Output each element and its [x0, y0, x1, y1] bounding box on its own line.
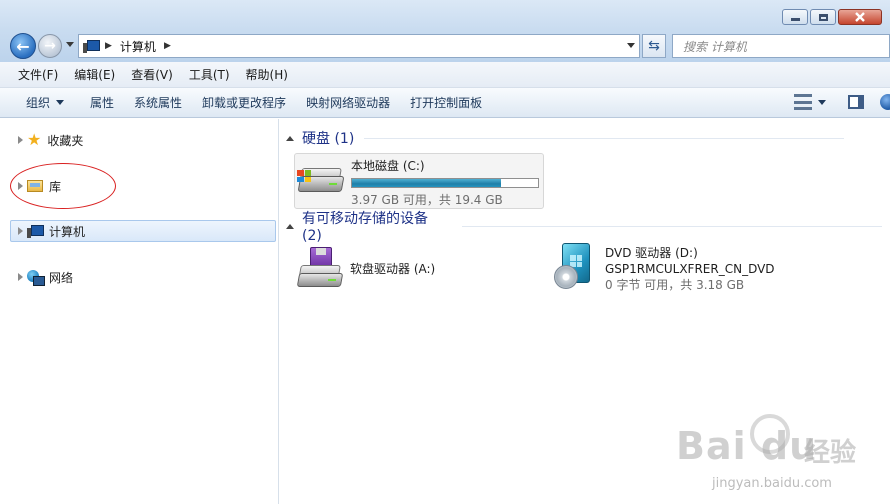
group-title: 有可移动存储的设备 (2): [302, 211, 428, 244]
drive-volume-label: GSP1RMCULXFRER_CN_DVD: [605, 262, 775, 276]
open-control-panel-button[interactable]: 打开控制面板: [400, 94, 492, 111]
window-controls: [782, 9, 882, 25]
navigation-pane: ★ 收藏夹 库 计算机 网络: [0, 119, 279, 504]
drive-free-space: 3.97 GB 可用，共 19.4 GB: [351, 193, 503, 207]
floppy-drive-icon: [294, 245, 344, 293]
group-header-removable[interactable]: 有可移动存储的设备 (2): [286, 211, 882, 244]
group-divider: [364, 137, 845, 139]
back-button[interactable]: ←: [10, 33, 36, 59]
maximize-button[interactable]: [810, 9, 836, 25]
menu-view[interactable]: 查看(V): [123, 66, 181, 83]
change-view-icon[interactable]: [794, 94, 812, 110]
breadcrumb-chevron-icon[interactable]: ▶: [105, 41, 112, 51]
hard-drive-icon: [295, 154, 345, 202]
nav-label: 网络: [49, 270, 74, 285]
map-network-drive-button[interactable]: 映射网络驱动器: [296, 94, 400, 111]
nav-label: 库: [49, 179, 62, 194]
menu-tools[interactable]: 工具(T): [181, 66, 238, 83]
search-input[interactable]: 搜索 计算机: [672, 34, 890, 58]
expand-arrow-icon[interactable]: [18, 273, 23, 281]
system-properties-button[interactable]: 系统属性: [124, 94, 192, 111]
properties-button[interactable]: 属性: [80, 94, 124, 111]
expand-arrow-icon[interactable]: [18, 227, 23, 235]
command-bar: 组织 属性 系统属性 卸载或更改程序 映射网络驱动器 打开控制面板: [0, 88, 890, 118]
drive-info: DVD 驱动器 (D:) GSP1RMCULXFRER_CN_DVD 0 字节 …: [605, 245, 775, 297]
minimize-icon: [790, 18, 800, 21]
drive-info: 软盘驱动器 (A:): [350, 260, 435, 295]
content-pane: 硬盘 (1) 本地磁盘 (C:) 3.97 GB 可用，共 19.4 GB 有可…: [280, 119, 890, 504]
toolbar-right: [794, 94, 890, 110]
close-button[interactable]: [838, 9, 882, 25]
address-row: ← → ▶ 计算机 ▶ ⇆ 搜索 计算机: [0, 30, 890, 62]
maximize-icon: [818, 13, 828, 21]
preview-pane-icon[interactable]: [848, 95, 864, 109]
nav-item-favorites[interactable]: ★ 收藏夹: [10, 129, 276, 151]
computer-icon: [27, 224, 44, 238]
nav-item-libraries[interactable]: 库: [10, 175, 276, 197]
collapse-arrow-icon[interactable]: [286, 135, 294, 141]
organize-label: 组织: [26, 96, 51, 110]
group-title: 硬盘 (1): [302, 131, 355, 147]
disk-usage-bar: [351, 178, 539, 188]
address-dropdown-icon[interactable]: [627, 43, 635, 48]
menu-edit[interactable]: 编辑(E): [66, 66, 123, 83]
drive-floppy-a[interactable]: 软盘驱动器 (A:): [294, 245, 514, 295]
drive-free-space: 0 字节 可用，共 3.18 GB: [605, 278, 745, 292]
arrow-right-icon: →: [44, 38, 56, 54]
star-icon: ★: [27, 130, 42, 149]
title-bar: [0, 0, 890, 30]
nav-label: 计算机: [49, 224, 86, 239]
minimize-button[interactable]: [782, 9, 808, 25]
dvd-drive-icon: [550, 243, 600, 291]
group-header-hard-disks[interactable]: 硬盘 (1): [286, 128, 882, 148]
library-folder-icon: [27, 180, 43, 192]
menu-file[interactable]: 文件(F): [10, 66, 66, 83]
breadcrumb-computer[interactable]: 计算机: [120, 38, 156, 55]
breadcrumb-chevron-icon[interactable]: ▶: [164, 41, 171, 51]
collapse-arrow-icon[interactable]: [286, 223, 294, 229]
uninstall-program-button[interactable]: 卸载或更改程序: [192, 94, 296, 111]
computer-icon: [83, 39, 100, 53]
organize-button[interactable]: 组织: [16, 94, 74, 111]
view-options-dropdown[interactable]: [818, 99, 826, 105]
group-divider: [462, 225, 882, 227]
refresh-button[interactable]: ⇆: [642, 34, 666, 58]
drive-name: 软盘驱动器 (A:): [350, 262, 436, 276]
expand-arrow-icon[interactable]: [18, 136, 23, 144]
nav-label: 收藏夹: [47, 133, 84, 148]
refresh-icon: ⇆: [648, 38, 660, 54]
expand-arrow-icon[interactable]: [18, 182, 23, 190]
menu-help[interactable]: 帮助(H): [238, 66, 296, 83]
recent-pages-dropdown[interactable]: [66, 42, 74, 47]
forward-button[interactable]: →: [38, 34, 62, 58]
address-bar[interactable]: ▶ 计算机 ▶: [78, 34, 640, 58]
menu-bar: 文件(F) 编辑(E) 查看(V) 工具(T) 帮助(H): [0, 62, 890, 88]
chevron-down-icon: [56, 100, 65, 105]
close-icon: [855, 12, 865, 22]
drive-name: 本地磁盘 (C:): [351, 159, 425, 173]
arrow-left-icon: ←: [16, 36, 30, 56]
nav-item-network[interactable]: 网络: [10, 266, 276, 288]
network-icon: [27, 269, 45, 286]
drive-local-c[interactable]: 本地磁盘 (C:) 3.97 GB 可用，共 19.4 GB: [294, 153, 544, 209]
drive-info: 本地磁盘 (C:) 3.97 GB 可用，共 19.4 GB: [351, 157, 539, 208]
drive-dvd-d[interactable]: DVD 驱动器 (D:) GSP1RMCULXFRER_CN_DVD 0 字节 …: [550, 243, 810, 297]
nav-item-computer[interactable]: 计算机: [10, 220, 276, 242]
disk-usage-fill: [352, 179, 501, 187]
drive-name: DVD 驱动器 (D:): [605, 246, 698, 260]
help-icon[interactable]: [880, 94, 890, 110]
